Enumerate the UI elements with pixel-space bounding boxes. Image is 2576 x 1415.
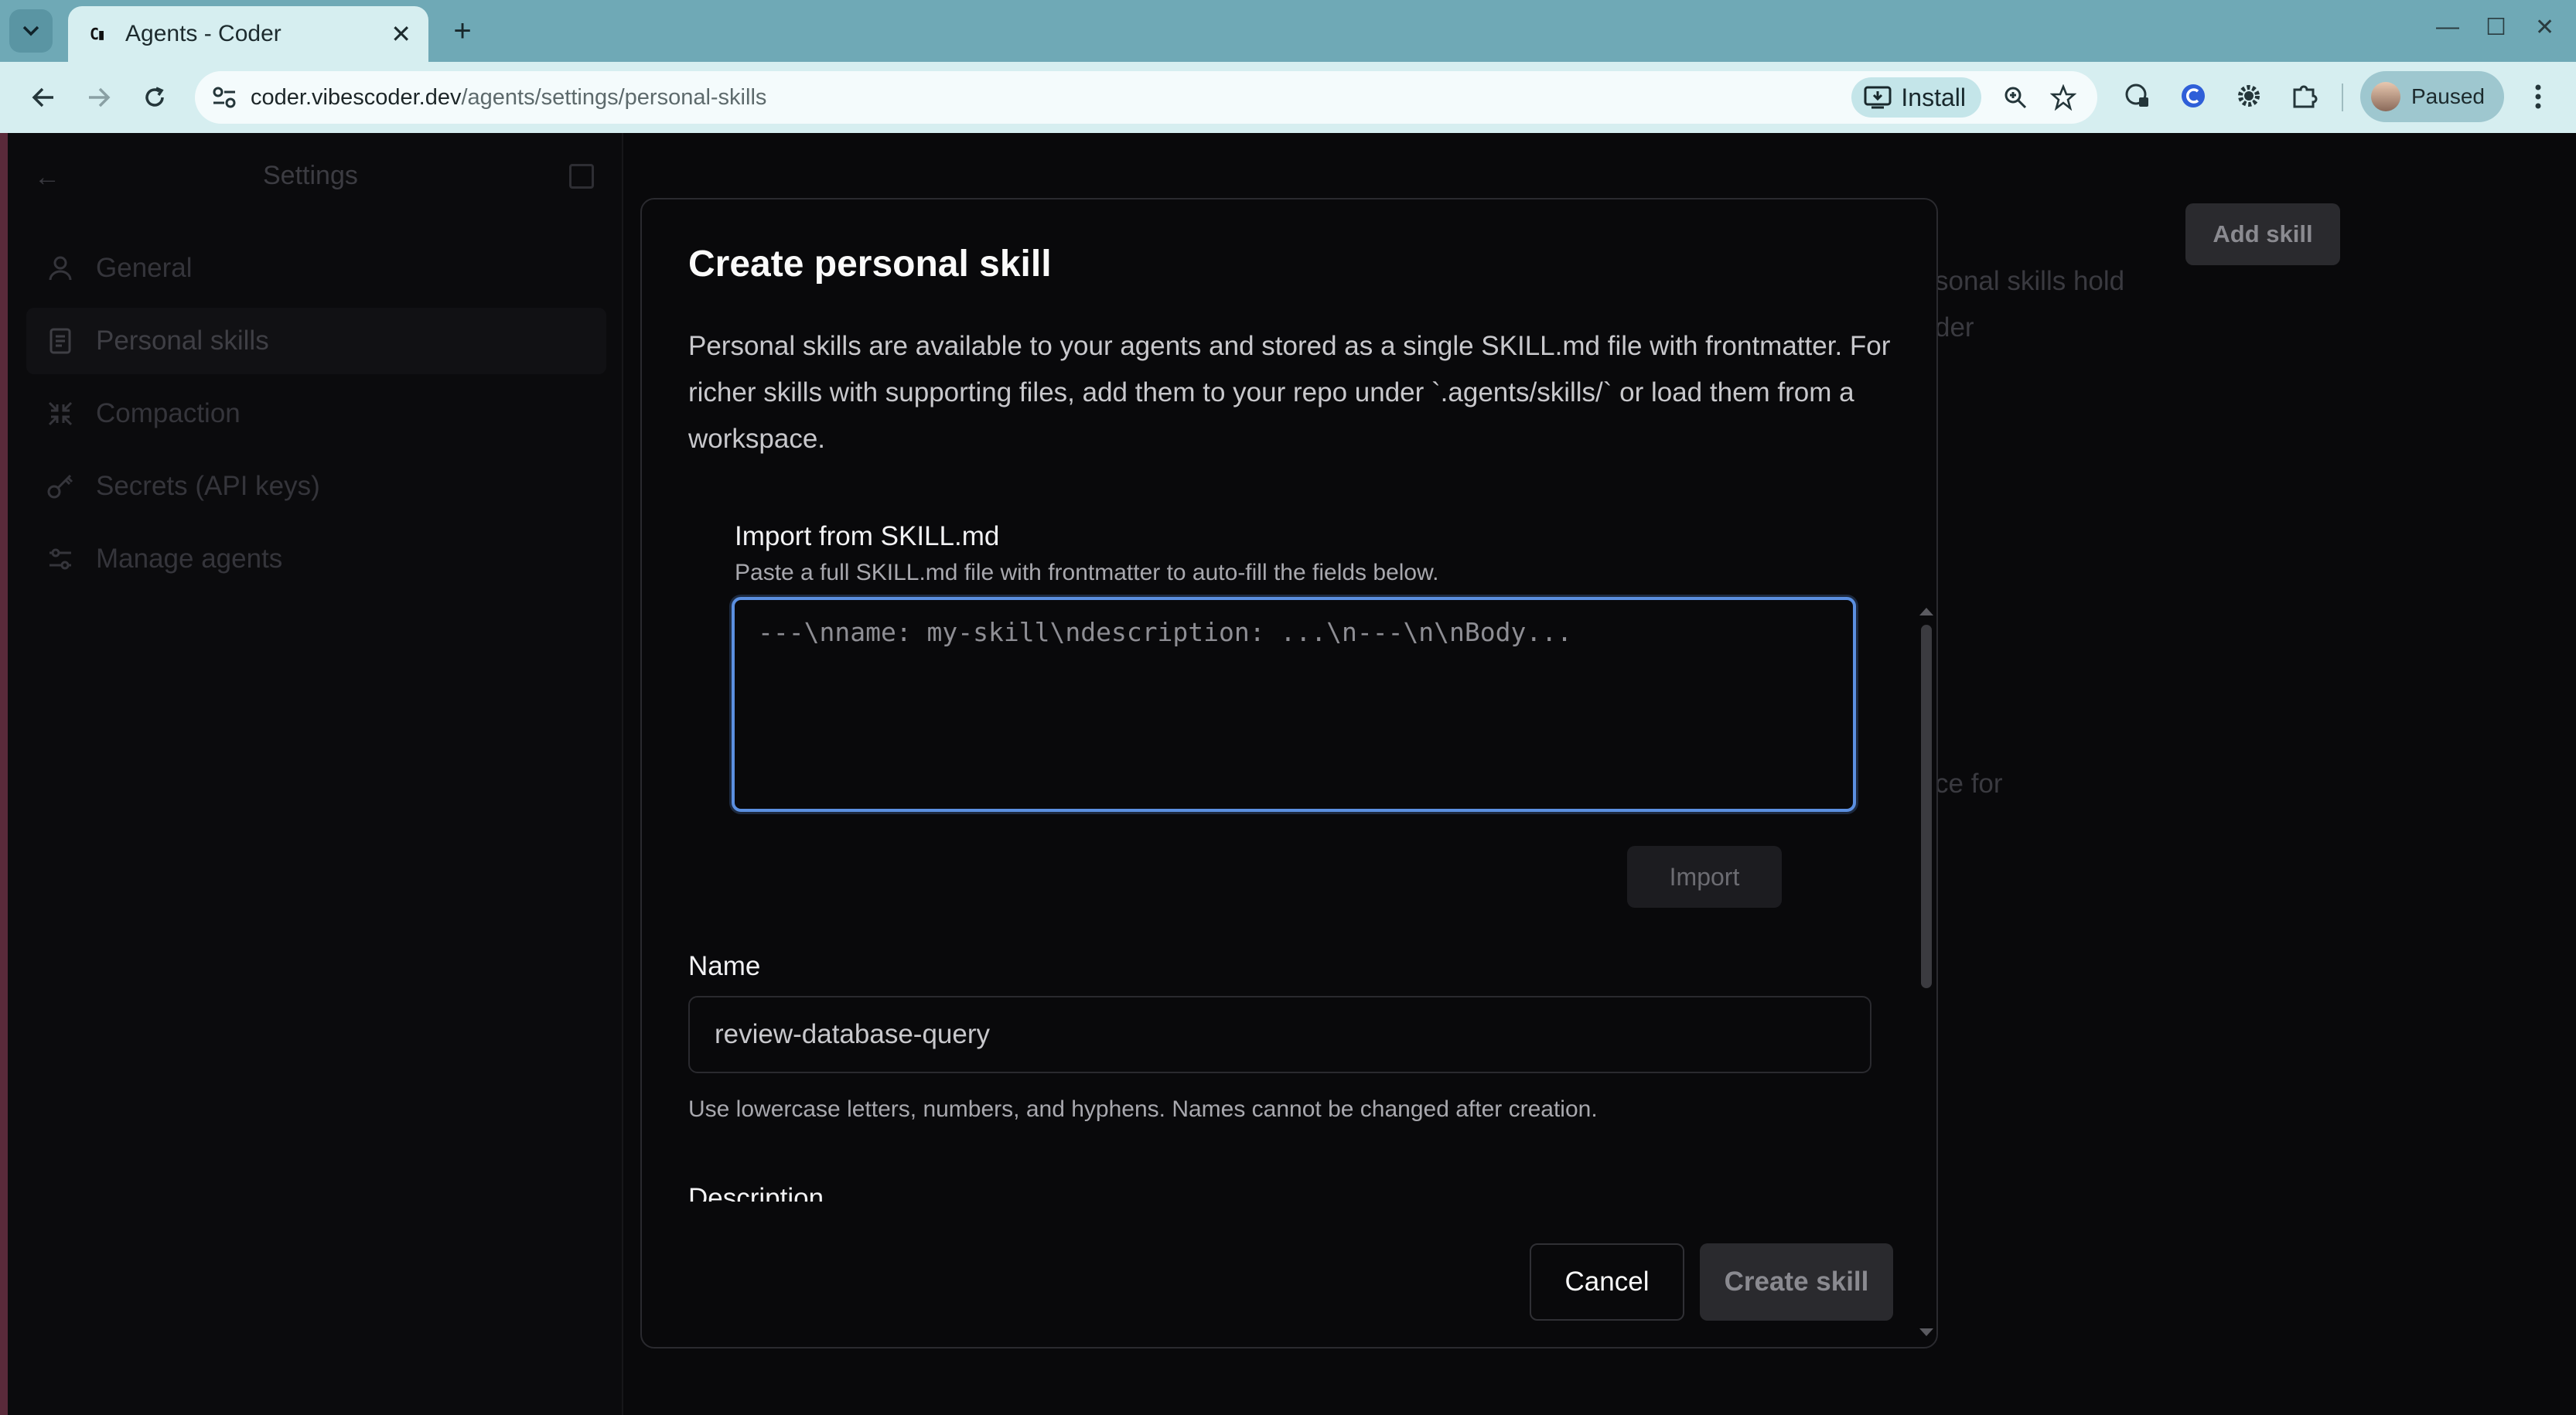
sidebar-item-manage-agents[interactable]: Manage agents	[26, 526, 606, 592]
desktop-edge	[0, 133, 8, 1415]
import-subtitle: Paste a full SKILL.md file with frontmat…	[735, 560, 1439, 585]
avatar	[2371, 82, 2400, 111]
import-title: Import from SKILL.md	[735, 521, 1000, 551]
sidebar-item-compaction[interactable]: Compaction	[26, 380, 606, 447]
app-content: ← Settings General Personal skills Compa…	[0, 133, 2576, 1415]
scroll-down-icon[interactable]	[1919, 1328, 1933, 1336]
site-info-icon[interactable]	[210, 84, 238, 111]
sidebar-item-secrets[interactable]: Secrets (API keys)	[26, 453, 606, 520]
more-menu-icon[interactable]	[2523, 77, 2554, 116]
key-icon	[45, 471, 76, 502]
extensions-puzzle-icon[interactable]	[2288, 79, 2322, 113]
sidebar-item-label: Compaction	[96, 398, 241, 428]
chevron-down-icon	[22, 26, 39, 36]
sidebar-item-label: Manage agents	[96, 544, 283, 574]
name-help-text: Use lowercase letters, numbers, and hyph…	[688, 1096, 1598, 1122]
cancel-button[interactable]: Cancel	[1530, 1243, 1684, 1321]
install-label: Install	[1901, 83, 1966, 111]
collapse-sidebar-icon[interactable]	[569, 164, 594, 189]
bookmark-star-icon[interactable]	[2048, 82, 2079, 113]
background-text: sonal skills hold	[1935, 266, 2125, 296]
extension-gear-icon[interactable]	[2232, 79, 2266, 113]
create-skill-button[interactable]: Create skill	[1700, 1243, 1893, 1321]
toolbar-divider	[2342, 84, 2343, 111]
url-host: coder.vibescoder.dev	[251, 84, 462, 110]
user-icon	[45, 253, 76, 284]
extension-c-icon[interactable]	[2176, 79, 2210, 113]
zoom-icon[interactable]	[2000, 82, 2031, 113]
name-input[interactable]: review-database-query	[688, 996, 1871, 1073]
reload-icon	[145, 87, 164, 107]
window-close-icon[interactable]: ✕	[2535, 14, 2554, 41]
back-arrow-icon[interactable]: ←	[34, 162, 60, 193]
sidebar-item-personal-skills[interactable]: Personal skills	[26, 308, 606, 374]
coder-logo-icon: C▮	[89, 25, 106, 43]
sidebar-item-label: Personal skills	[96, 326, 269, 356]
browser-toolbar: coder.vibescoder.dev/agents/settings/per…	[0, 62, 2576, 133]
new-tab-button[interactable]: +	[444, 12, 481, 49]
forward-button[interactable]	[80, 79, 118, 116]
password-manager-icon[interactable]	[2121, 79, 2155, 113]
close-tab-icon[interactable]: ✕	[391, 19, 411, 49]
scrollbar-thumb[interactable]	[1921, 625, 1932, 988]
create-skill-dialog: Create personal skill Personal skills ar…	[640, 198, 1938, 1349]
tab-search-button[interactable]	[9, 9, 53, 53]
maximize-icon[interactable]: ☐	[2486, 14, 2506, 41]
back-button[interactable]	[25, 79, 62, 116]
sidebar-title: Settings	[263, 161, 358, 190]
import-section: Import from SKILL.md Paste a full SKILL.…	[688, 472, 1871, 908]
background-text: der	[1935, 312, 1974, 343]
tab-title: Agents - Coder	[125, 21, 281, 46]
skill-md-textarea[interactable]: ---\nname: my-skill\ndescription: ...\n-…	[732, 597, 1856, 812]
sidebar-item-label: General	[96, 253, 193, 283]
arrow-left-icon	[32, 87, 53, 107]
dialog-title: Create personal skill	[688, 244, 1052, 285]
browser-tab-bar: C▮ Agents - Coder ✕ + — ☐ ✕	[0, 0, 2576, 62]
sidebar-item-general[interactable]: General	[26, 235, 606, 302]
install-icon	[1864, 86, 1892, 109]
scroll-up-icon[interactable]	[1919, 608, 1933, 615]
dialog-scroll-area[interactable]: Import from SKILL.md Paste a full SKILL.…	[673, 472, 1902, 1202]
profile-button[interactable]: Paused	[2360, 71, 2504, 122]
profile-status: Paused	[2411, 84, 2485, 108]
description-label: Description	[688, 1183, 824, 1202]
sidebar-item-label: Secrets (API keys)	[96, 471, 320, 501]
sliders-icon	[45, 544, 76, 575]
import-button[interactable]: Import	[1627, 846, 1782, 908]
add-skill-button[interactable]: Add skill	[2185, 203, 2340, 265]
minimize-icon[interactable]: —	[2436, 14, 2459, 40]
dialog-description: Personal skills are available to your ag…	[688, 331, 1891, 454]
install-app-button[interactable]: Install	[1851, 77, 1981, 118]
compress-icon	[45, 398, 76, 429]
dialog-scrollbar[interactable]	[1916, 199, 1935, 1336]
document-icon	[45, 326, 76, 356]
browser-tab[interactable]: C▮ Agents - Coder ✕	[68, 6, 428, 62]
url-path: /agents/settings/personal-skills	[461, 84, 767, 110]
name-label: Name	[688, 951, 761, 981]
background-text: ce for	[1935, 769, 2003, 799]
reload-button[interactable]	[136, 79, 173, 116]
arrow-right-icon	[89, 87, 111, 107]
settings-sidebar: ← Settings General Personal skills Compa…	[0, 133, 623, 1415]
address-bar[interactable]: coder.vibescoder.dev/agents/settings/per…	[195, 71, 2097, 124]
